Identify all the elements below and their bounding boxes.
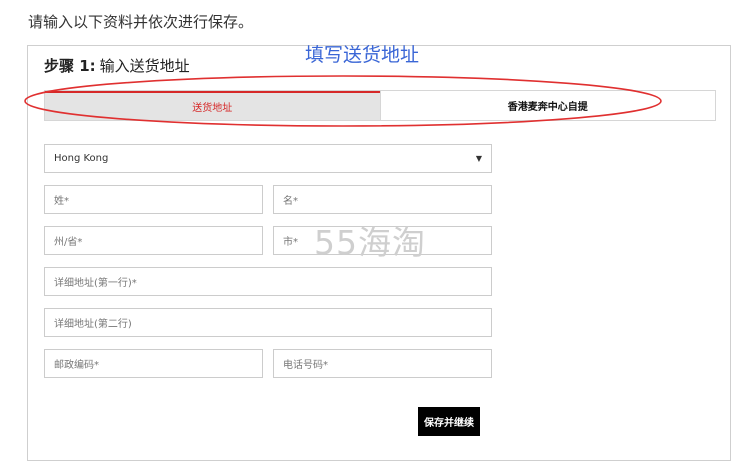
tab-shipping-address[interactable]: 送货地址 [45,91,380,120]
tab-hk-pickup-label: 香港麦奔中心自提 [507,102,588,113]
phone-placeholder: 电话号码* [283,360,328,371]
annotation-label: 填写送货地址 [305,44,420,66]
state-field[interactable]: 州/省* [44,226,263,255]
watermark-logo: 55海淘 [314,223,426,262]
first-name-field[interactable]: 名* [273,185,492,214]
address-line2-placeholder: 详细地址(第二行) [54,319,132,330]
country-select-value: Hong Kong [54,153,109,164]
address-line2-field[interactable]: 详细地址(第二行) [44,308,492,337]
save-and-continue-button[interactable]: 保存并继续 [418,407,480,436]
first-name-placeholder: 名* [283,196,298,207]
address-line1-field[interactable]: 详细地址(第一行)* [44,267,492,296]
last-name-field[interactable]: 姓* [44,185,263,214]
city-placeholder: 市* [283,237,298,248]
postcode-placeholder: 邮政编码* [54,360,99,371]
step-label: 输入送货地址 [99,57,190,75]
page-instructions: 请输入以下资料并依次进行保存。 [28,13,254,31]
step-number: 步骤 1: [44,57,96,75]
delivery-method-tabs: 送货地址 香港麦奔中心自提 [44,90,716,121]
tab-hk-pickup[interactable]: 香港麦奔中心自提 [379,91,715,120]
country-select[interactable]: Hong Kong ▼ [44,144,492,173]
tab-shipping-address-label: 送货地址 [192,103,233,114]
last-name-placeholder: 姓* [54,196,69,207]
step-title: 步骤 1: 输入送货地址 [44,55,190,76]
chevron-down-icon: ▼ [475,154,482,163]
phone-field[interactable]: 电话号码* [273,349,492,378]
address-line1-placeholder: 详细地址(第一行)* [54,278,137,289]
postcode-field[interactable]: 邮政编码* [44,349,263,378]
state-placeholder: 州/省* [54,237,83,248]
